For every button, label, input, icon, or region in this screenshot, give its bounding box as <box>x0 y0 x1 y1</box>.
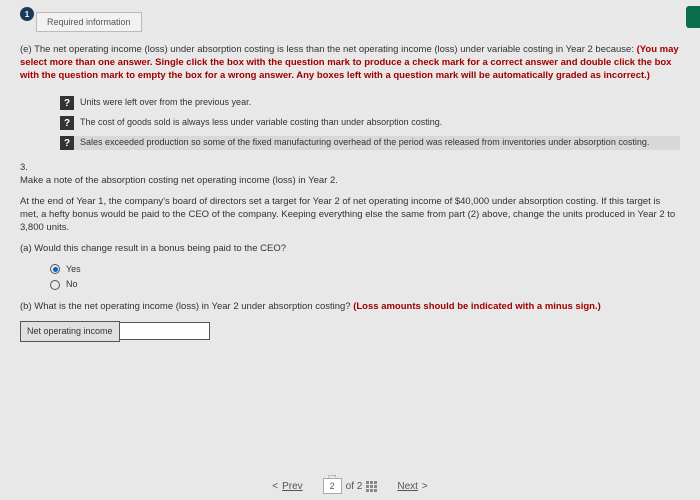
radio-no-label: No <box>66 278 78 290</box>
page-current-box[interactable]: ⌐¬ 2 <box>323 478 342 494</box>
question-b-prefix: (b) What is the net operating income (lo… <box>20 301 353 312</box>
radio-yes[interactable]: Yes <box>50 263 680 275</box>
nav-bar: < Prev ⌐¬ 2 of 2 Next > <box>0 478 700 494</box>
radio-dot-icon <box>50 264 60 274</box>
section-3: 3. Make a note of the absorption costing … <box>20 162 680 341</box>
net-operating-income-input[interactable] <box>120 322 210 340</box>
input-label: Net operating income <box>20 321 120 341</box>
question-e-text: (e) The net operating income (loss) unde… <box>20 44 680 82</box>
step-badge: 1 <box>20 7 34 21</box>
options-group: ? Units were left over from the previous… <box>60 96 680 150</box>
next-button[interactable]: Next > <box>397 481 427 492</box>
question-b: (b) What is the net operating income (lo… <box>20 301 680 314</box>
link-icon: ⌐¬ <box>328 473 336 480</box>
question-e-prefix: (e) The net operating income (loss) unde… <box>20 44 637 55</box>
question-b-instr: (Loss amounts should be indicated with a… <box>353 301 601 312</box>
option-row: ? The cost of goods sold is always less … <box>60 116 680 130</box>
page-of: of 2 <box>346 481 363 492</box>
next-label: Next <box>397 481 418 492</box>
question-a: (a) Would this change result in a bonus … <box>20 243 680 256</box>
option-row: ? Units were left over from the previous… <box>60 96 680 110</box>
side-panel-button[interactable] <box>686 6 700 28</box>
radio-no[interactable]: No <box>50 278 680 290</box>
prev-button[interactable]: < Prev <box>272 481 302 492</box>
chevron-left-icon: < <box>272 481 278 492</box>
section-3-note: Make a note of the absorption costing ne… <box>20 175 338 186</box>
option-row: ? Sales exceeded production so some of t… <box>60 136 680 150</box>
page-indicator: ⌐¬ 2 of 2 <box>323 478 378 494</box>
radio-dot-icon <box>50 280 60 290</box>
grid-icon[interactable] <box>366 481 377 492</box>
checkbox-qmark[interactable]: ? <box>60 96 74 110</box>
input-row: Net operating income <box>20 321 680 341</box>
radio-group: Yes No <box>50 263 680 290</box>
option-text: Units were left over from the previous y… <box>80 96 251 109</box>
section-3-scenario: At the end of Year 1, the company's boar… <box>20 196 680 234</box>
page-current: 2 <box>330 481 335 491</box>
required-info-tab[interactable]: Required information <box>36 12 142 32</box>
option-text: Sales exceeded production so some of the… <box>80 136 649 149</box>
chevron-right-icon: > <box>422 481 428 492</box>
checkbox-qmark[interactable]: ? <box>60 136 74 150</box>
option-text: The cost of goods sold is always less un… <box>80 116 442 129</box>
radio-yes-label: Yes <box>66 263 81 275</box>
prev-label: Prev <box>282 481 303 492</box>
checkbox-qmark[interactable]: ? <box>60 116 74 130</box>
section-3-num: 3. <box>20 162 28 173</box>
